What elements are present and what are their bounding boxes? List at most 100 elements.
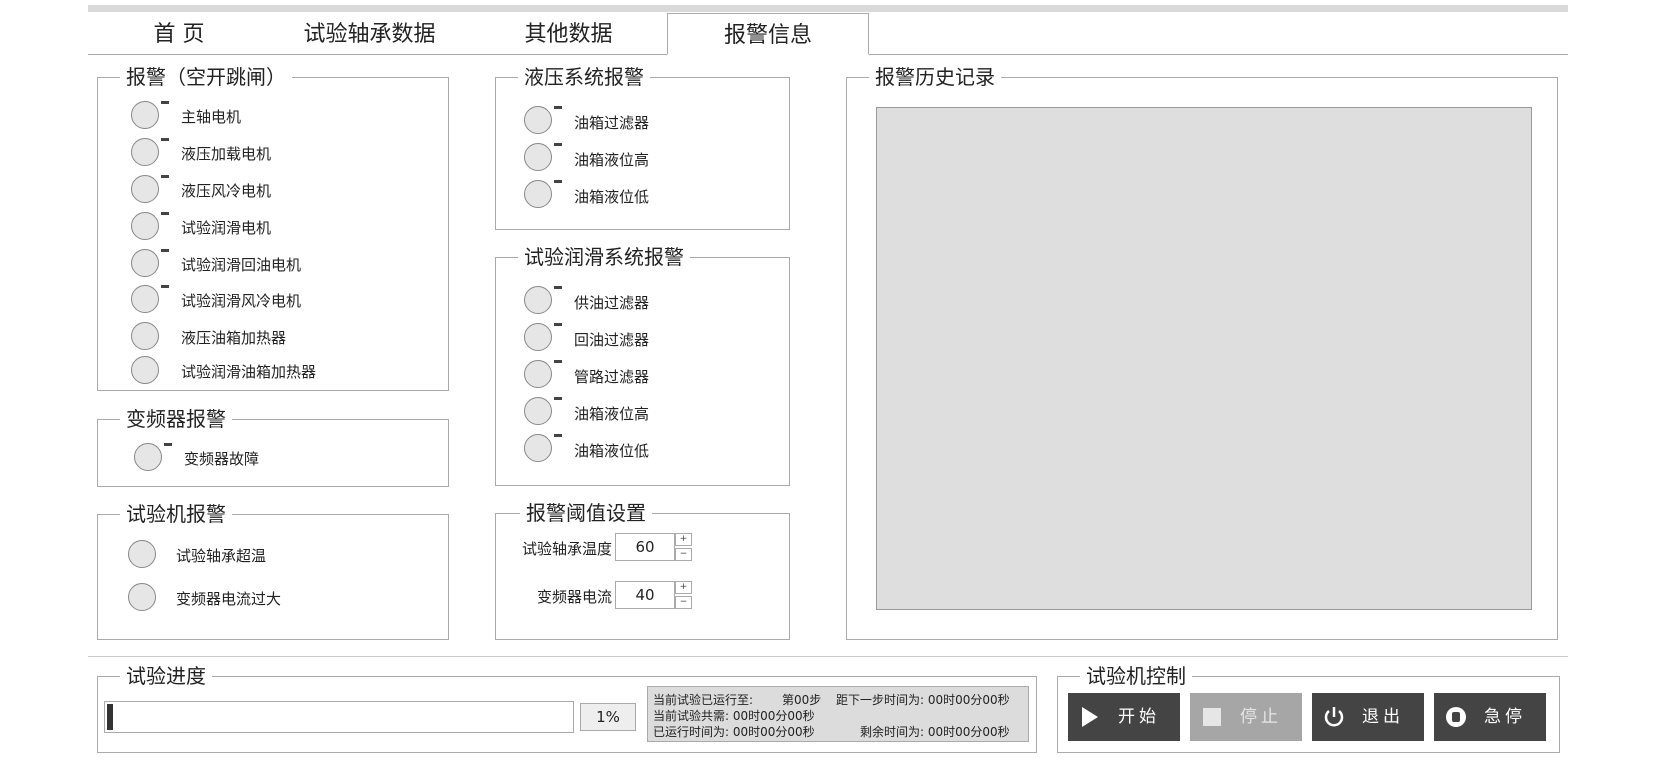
alarm-label: 油箱液位低 [574,442,650,460]
tab-bearing-data[interactable]: 试验轴承数据 [270,13,470,53]
bearing-temp-input[interactable]: 60 [615,533,675,561]
alarm-label: 试验润滑回油电机 [181,256,302,274]
section-divider [88,656,1568,657]
alarm-history-list[interactable] [876,107,1532,610]
indicator-dash [554,143,562,146]
indicator-light [524,180,552,208]
bearing-temp-increment[interactable]: + [675,533,692,546]
indicator-light [524,434,552,462]
alarm-label: 油箱过滤器 [574,114,650,132]
alarm-label: 油箱液位高 [574,405,650,423]
alarm-label: 试验轴承超温 [176,547,267,565]
alarm-label: 管路过滤器 [574,368,650,386]
alarm-label: 试验润滑油箱加热器 [181,363,317,381]
alarm-label: 液压油箱加热器 [181,329,287,347]
top-bar [88,5,1568,12]
indicator-light [131,101,159,129]
inverter-alarm-title: 变频器报警 [126,407,226,431]
stop-label: 停止 [1240,707,1282,727]
hand-stop-icon [1446,707,1466,727]
status-step: 第00步 [782,693,822,707]
alarm-label: 主轴电机 [181,108,242,126]
alarm-label: 回油过滤器 [574,331,650,349]
indicator-dash [161,101,169,104]
status-remaining-time: 剩余时间为: 00时00分00秒 [860,725,1010,739]
indicator-light [131,249,159,277]
indicator-light [131,212,159,240]
bearing-temp-decrement[interactable]: − [675,548,692,561]
alarm-label: 油箱液位低 [574,188,650,206]
indicator-light [524,323,552,351]
run-status-panel: 当前试验已运行至: 第00步 距下一步时间为: 00时00分00秒 当前试验共需… [647,686,1029,742]
indicator-light [131,285,159,313]
indicator-light [524,360,552,388]
indicator-light [131,138,159,166]
indicator-dash [554,434,562,437]
alarm-label: 变频器故障 [184,450,260,468]
alarm-label: 供油过滤器 [574,294,650,312]
inverter-current-increment[interactable]: + [675,581,692,594]
progress-fill [107,704,113,730]
indicator-dash [554,180,562,183]
inverter-current-decrement[interactable]: − [675,596,692,609]
tab-home[interactable]: 首 页 [88,13,271,53]
status-total-time: 当前试验共需: 00时00分00秒 [653,709,815,723]
power-icon [1324,707,1344,727]
hydraulic-alarm-title: 液压系统报警 [524,65,644,89]
indicator-light [524,143,552,171]
emergency-stop-label: 急停 [1484,707,1526,727]
indicator-dash [554,106,562,109]
alarm-history-title: 报警历史记录 [875,65,995,89]
indicator-light [131,322,159,350]
start-button[interactable]: 开始 [1068,693,1180,741]
progress-title: 试验进度 [126,664,206,688]
tab-alarm-info[interactable]: 报警信息 [667,13,869,55]
stop-icon [1203,708,1221,726]
exit-button[interactable]: 退出 [1312,693,1424,741]
indicator-dash [161,285,169,288]
tab-bar: 首 页 试验轴承数据 其他数据 报警信息 [88,13,1568,55]
status-elapsed-time: 已运行时间为: 00时00分00秒 [653,725,815,739]
indicator-light [524,286,552,314]
indicator-light [524,106,552,134]
inverter-current-label: 变频器电流 [537,588,613,606]
indicator-dash [554,323,562,326]
emergency-stop-button[interactable]: 急停 [1434,693,1546,741]
status-next-step-time: 距下一步时间为: 00时00分00秒 [836,693,1010,707]
alarm-label: 试验润滑风冷电机 [181,292,302,310]
status-run-label: 当前试验已运行至: [653,693,754,707]
progress-percent: 1% [580,703,636,731]
indicator-dash [161,212,169,215]
indicator-light [128,540,156,568]
inverter-current-input[interactable]: 40 [615,581,675,609]
indicator-light [134,443,162,471]
indicator-dash [161,249,169,252]
indicator-dash [161,175,169,178]
exit-label: 退出 [1362,707,1404,727]
stop-button[interactable]: 停止 [1190,693,1302,741]
alarm-label: 试验润滑电机 [181,219,272,237]
progress-bar [104,701,574,733]
alarm-label: 液压风冷电机 [181,182,272,200]
indicator-light [128,583,156,611]
indicator-dash [554,360,562,363]
indicator-dash [554,397,562,400]
indicator-light [131,356,159,384]
threshold-title: 报警阈值设置 [526,501,646,525]
threshold-group: 报警阈值设置 [495,502,790,640]
alarm-label: 液压加载电机 [181,145,272,163]
indicator-light [524,397,552,425]
indicator-dash [164,443,172,446]
alarm-label: 油箱液位高 [574,151,650,169]
tester-alarm-group: 试验机报警 [97,503,449,640]
lube-alarm-title: 试验润滑系统报警 [524,245,684,269]
indicator-dash [161,138,169,141]
alarm-label: 变频器电流过大 [176,590,282,608]
indicator-light [131,175,159,203]
tab-other-data[interactable]: 其他数据 [469,13,669,53]
start-label: 开始 [1118,707,1160,727]
indicator-dash [554,286,562,289]
play-icon [1082,707,1098,727]
control-title: 试验机控制 [1086,664,1186,688]
breaker-alarm-title: 报警（空开跳闸） [126,65,286,89]
